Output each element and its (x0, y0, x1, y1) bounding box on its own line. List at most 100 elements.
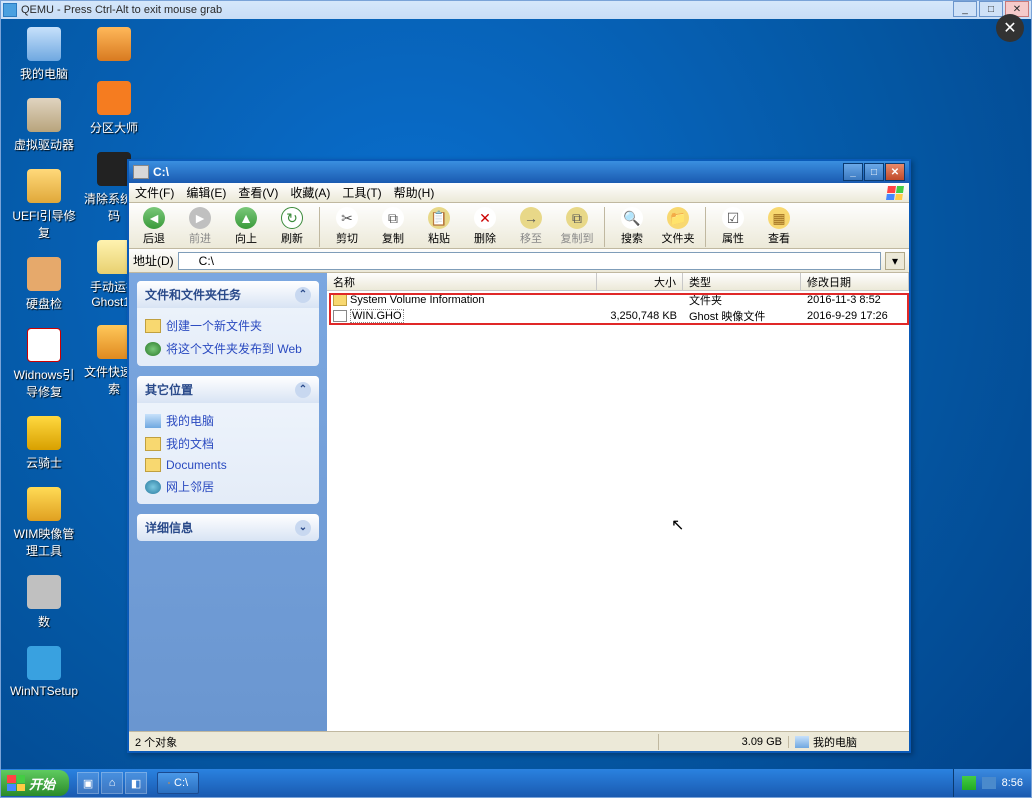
desktop-icon-label: 分区大师 (90, 119, 138, 136)
qemu-minimize-button[interactable]: _ (953, 1, 977, 17)
col-type[interactable]: 类型 (683, 273, 801, 290)
views-button[interactable]: ▦查看 (758, 205, 800, 246)
link-my-computer[interactable]: 我的电脑 (145, 409, 311, 432)
col-name[interactable]: 名称 (327, 273, 597, 290)
desktop-icon-partition[interactable]: 分区大师 (79, 81, 149, 136)
tray-shield-icon[interactable] (962, 776, 976, 790)
file-row[interactable]: WIN.GHO3,250,748 KBGhost 映像文件2016-9-29 1… (327, 308, 909, 324)
file-row[interactable]: System Volume Information文件夹2016-11-3 8:… (327, 292, 909, 308)
menu-edit[interactable]: 编辑(E) (186, 184, 226, 201)
task-new-folder[interactable]: 创建一个新文件夹 (145, 314, 311, 337)
guide-icon (97, 27, 131, 61)
folders-button[interactable]: 📁文件夹 (657, 205, 699, 246)
desktop-icon-cloud-knight[interactable]: 云骑士 (9, 416, 79, 471)
desktop-icon-label: UEFI引导修复 (9, 207, 79, 241)
qemu-title-text: QEMU - Press Ctrl-Alt to exit mouse grab (21, 4, 222, 16)
chevron-down-icon: ⌄ (295, 520, 311, 536)
winnt-setup-icon (27, 646, 61, 680)
delete-button[interactable]: ✕删除 (464, 205, 506, 246)
explorer-title-text: C:\ (153, 165, 169, 179)
new-folder-icon (145, 319, 161, 333)
folder-icon (145, 458, 161, 472)
explorer-maximize-button[interactable]: □ (864, 163, 884, 181)
overlay-close-button[interactable]: ✕ (996, 14, 1024, 42)
task-panel-header[interactable]: 文件和文件夹任务 ⌃ (137, 281, 319, 308)
system-tray: 8:56 (953, 769, 1031, 797)
computer-icon (795, 736, 809, 748)
properties-button[interactable]: ☑属性 (712, 205, 754, 246)
up-button[interactable]: ▲向上 (225, 205, 267, 246)
desktop-icon-winnt-setup[interactable]: WinNTSetup (9, 646, 79, 698)
link-my-documents[interactable]: 我的文档 (145, 432, 311, 455)
file-icon (333, 310, 347, 322)
menu-help[interactable]: 帮助(H) (394, 184, 435, 201)
details-panel: 详细信息 ⌄ (137, 514, 319, 541)
file-search-icon (97, 325, 131, 359)
copyto-button[interactable]: ⧉复制到 (556, 205, 598, 246)
explorer-minimize-button[interactable]: _ (843, 163, 863, 181)
tray-display-icon[interactable] (982, 777, 996, 789)
ql-app-icon[interactable]: ◧ (125, 772, 147, 794)
paste-button[interactable]: 📋粘贴 (418, 205, 460, 246)
desktop-icon-label: 我的电脑 (20, 65, 68, 82)
desktop-icon-uefi-repair[interactable]: UEFI引导修复 (9, 169, 79, 241)
link-network[interactable]: 网上邻居 (145, 475, 311, 498)
other-places-panel: 其它位置 ⌃ 我的电脑 我的文档 Documents 网上邻居 (137, 376, 319, 504)
desktop-icon-win-boot-fix[interactable]: Widnows引导修复 (9, 328, 79, 400)
details-panel-header[interactable]: 详细信息 ⌄ (137, 514, 319, 541)
ql-cmd-icon[interactable]: ▣ (77, 772, 99, 794)
back-button[interactable]: ◄后退 (133, 205, 175, 246)
cut-button[interactable]: ✂剪切 (326, 205, 368, 246)
moveto-button[interactable]: →移至 (510, 205, 552, 246)
address-go-button[interactable]: ▾ (885, 252, 905, 270)
link-documents[interactable]: Documents (145, 455, 311, 475)
desktop-icon-guide[interactable] (79, 27, 149, 65)
ghost12-icon (97, 240, 131, 274)
desktop-icon-label: 虚拟驱动器 (14, 136, 74, 153)
explorer-titlebar[interactable]: C:\ _ □ ✕ (129, 161, 909, 183)
file-date: 2016-9-29 17:26 (801, 310, 909, 322)
address-label: 地址(D) (133, 252, 174, 269)
menubar: 文件(F) 编辑(E) 查看(V) 收藏(A) 工具(T) 帮助(H) (129, 183, 909, 203)
copy-button[interactable]: ⧉复制 (372, 205, 414, 246)
tray-clock[interactable]: 8:56 (1002, 777, 1023, 789)
hd-check-icon (27, 257, 61, 291)
menu-view[interactable]: 查看(V) (238, 184, 278, 201)
search-button[interactable]: 🔍搜索 (611, 205, 653, 246)
menu-favorites[interactable]: 收藏(A) (290, 184, 330, 201)
desktop-icon-virt-drive[interactable]: 虚拟驱动器 (9, 98, 79, 153)
task-panel: 文件和文件夹任务 ⌃ 创建一个新文件夹 将这个文件夹发布到 Web (137, 281, 319, 366)
forward-button[interactable]: ►前进 (179, 205, 221, 246)
desktop-icon-wim-tool[interactable]: WIM映像管理工具 (9, 487, 79, 559)
menu-file[interactable]: 文件(F) (135, 184, 174, 201)
virt-drive-icon (27, 98, 61, 132)
windows-flag-icon (7, 775, 25, 791)
refresh-button[interactable]: ↻刷新 (271, 205, 313, 246)
desktop-icon-data-rec[interactable]: 数 (9, 575, 79, 630)
col-size[interactable]: 大小 (597, 273, 683, 290)
folder-icon (333, 294, 347, 306)
col-date[interactable]: 修改日期 (801, 273, 909, 290)
other-places-header[interactable]: 其它位置 ⌃ (137, 376, 319, 403)
address-input[interactable] (178, 252, 881, 270)
win-boot-fix-icon (27, 328, 61, 362)
toolbar: ◄后退 ►前进 ▲向上 ↻刷新 ✂剪切 ⧉复制 📋粘贴 ✕删除 →移至 ⧉复制到… (129, 203, 909, 249)
desktop-icon-my-computer[interactable]: 我的电脑 (9, 27, 79, 82)
ql-desktop-icon[interactable]: ⌂ (101, 772, 123, 794)
desktop-icon-label: Widnows引导修复 (9, 366, 79, 400)
chevron-up-icon: ⌃ (295, 382, 311, 398)
folder-icon (145, 437, 161, 451)
close-icon: ✕ (1003, 18, 1016, 38)
start-button[interactable]: 开始 (1, 770, 69, 796)
status-size: 3.09 GB (659, 736, 789, 748)
task-publish-web[interactable]: 将这个文件夹发布到 Web (145, 337, 311, 360)
file-type: 文件夹 (683, 292, 801, 308)
desktop-icon-hd-check[interactable]: 硬盘检 (9, 257, 79, 312)
status-bar: 2 个对象 3.09 GB 我的电脑 (129, 731, 909, 751)
menu-tools[interactable]: 工具(T) (342, 184, 381, 201)
explorer-close-button[interactable]: ✕ (885, 163, 905, 181)
status-location: 我的电脑 (789, 734, 863, 750)
qemu-titlebar: QEMU - Press Ctrl-Alt to exit mouse grab… (1, 1, 1031, 19)
taskbar-item-explorer[interactable]: C:\ (157, 772, 199, 794)
qemu-maximize-button[interactable]: □ (979, 1, 1003, 17)
